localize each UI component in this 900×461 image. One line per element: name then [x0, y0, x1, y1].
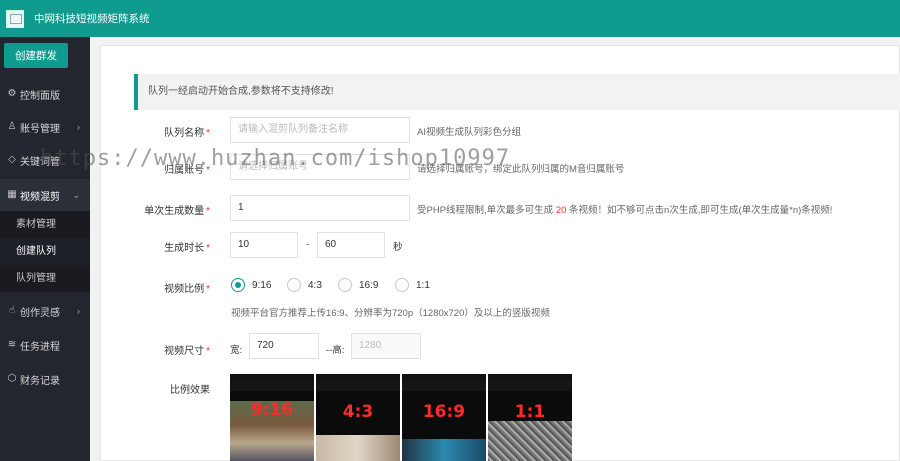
batch-count-label: 单次生成数量 *: [144, 206, 210, 217]
ratio-text: 9:16: [250, 400, 294, 420]
sidebar-item-video-mix[interactable]: ▦ 视频混剪 ⌄: [0, 179, 90, 211]
queue-name-label: 队列名称 *: [164, 128, 210, 139]
duration-max-input[interactable]: 60: [317, 232, 385, 258]
cube-icon: ⬡: [7, 373, 17, 384]
queue-name-input[interactable]: 请输入混剪队列备注名称: [230, 117, 410, 143]
sidebar-item-tasks[interactable]: ≋ 任务进程: [0, 329, 90, 361]
dashboard-icon: ⚙: [7, 88, 17, 99]
ratio-label: 视频比例 *: [164, 284, 210, 295]
height-input: 1280: [351, 333, 421, 359]
sidebar-item-label: 财务记录: [20, 375, 60, 387]
grid-icon: ▦: [7, 189, 17, 200]
preview-thumb-1-1: 1:1: [488, 374, 572, 461]
ratio-option-9-16[interactable]: 9:16: [231, 278, 271, 292]
sidebar: 创建群发 ⚙ 控制面版 ♙ 账号管理 › ◇ 关键词管 ▦ 视频混剪 ⌄ 素材管…: [0, 37, 90, 461]
sidebar-item-label: 创作灵感: [20, 307, 60, 319]
sidebar-item-label: 控制面版: [20, 90, 60, 102]
watermark-overlay: https://www.huzhan.com/ishop10997: [40, 146, 511, 171]
sidebar-item-finance[interactable]: ⬡ 财务记录: [0, 363, 90, 395]
batch-count-input[interactable]: 1: [230, 195, 410, 221]
diamond-icon: ◇: [8, 154, 16, 165]
duration-separator: -: [306, 239, 310, 250]
top-header: 中网科技短视频矩阵系统: [0, 0, 900, 37]
preview-thumb-9-16: 9:16: [230, 374, 314, 461]
submenu-item-create-queue[interactable]: 创建队列: [0, 238, 90, 265]
radio-icon: [287, 278, 301, 292]
user-icon: ♙: [7, 121, 17, 132]
ratio-text: 16:9: [422, 402, 466, 422]
chevron-right-icon: ›: [77, 306, 80, 316]
width-input[interactable]: 720: [249, 333, 319, 359]
width-label: 宽:: [230, 345, 243, 356]
chevron-down-icon: ⌄: [72, 189, 80, 200]
duration-label: 生成时长 *: [164, 243, 210, 254]
video-mix-submenu: 素材管理 创建队列 队列管理: [0, 211, 90, 292]
sidebar-item-inspiration[interactable]: ☝ 创作灵感 ›: [0, 295, 90, 327]
ratio-text: 1:1: [514, 402, 546, 422]
radio-icon: [395, 278, 409, 292]
preview-thumb-4-3: 4:3: [316, 374, 400, 461]
preview-label: 比例效果: [170, 385, 210, 396]
broken-image-icon: [6, 9, 24, 28]
duration-min-input[interactable]: 10: [230, 232, 298, 258]
app-title: 中网科技短视频矩阵系统: [34, 13, 150, 25]
sidebar-item-label: 账号管理: [20, 123, 60, 135]
height-label: --高:: [326, 345, 345, 356]
queue-name-hint: AI视频生成队列彩色分组: [417, 127, 521, 138]
submenu-item-materials[interactable]: 素材管理: [0, 211, 90, 238]
create-broadcast-button[interactable]: 创建群发: [4, 43, 68, 68]
size-label: 视频尺寸 *: [164, 346, 210, 357]
submenu-item-queue-manage[interactable]: 队列管理: [0, 265, 90, 292]
duration-unit: 秒: [393, 242, 403, 253]
ratio-option-1-1[interactable]: 1:1: [395, 278, 430, 292]
sidebar-item-label: 视频混剪: [20, 191, 60, 203]
chevron-right-icon: ›: [77, 122, 80, 132]
layers-icon: ≋: [7, 339, 17, 350]
notice-banner: 队列一经启动开始合成,参数将不支持修改!: [134, 74, 900, 110]
preview-thumb-16-9: 16:9: [402, 374, 486, 461]
sidebar-item-accounts[interactable]: ♙ 账号管理 ›: [0, 111, 90, 143]
ratio-text: 4:3: [342, 402, 374, 422]
batch-count-hint: 受PHP线程限制,单次最多可生成 20 条视频！如不够可点击n次生成,即可生成(…: [417, 205, 833, 216]
hand-icon: ☝: [8, 305, 16, 316]
ratio-option-4-3[interactable]: 4:3: [287, 278, 322, 292]
sidebar-item-dashboard[interactable]: ⚙ 控制面版: [0, 78, 90, 110]
ratio-hint: 视频平台官方推荐上传16:9、分辨率为720p（1280x720）及以上的竖版视…: [231, 308, 550, 319]
sidebar-item-label: 任务进程: [20, 341, 60, 353]
radio-checked-icon: [231, 278, 245, 292]
radio-icon: [338, 278, 352, 292]
ratio-option-16-9[interactable]: 16:9: [338, 278, 378, 292]
